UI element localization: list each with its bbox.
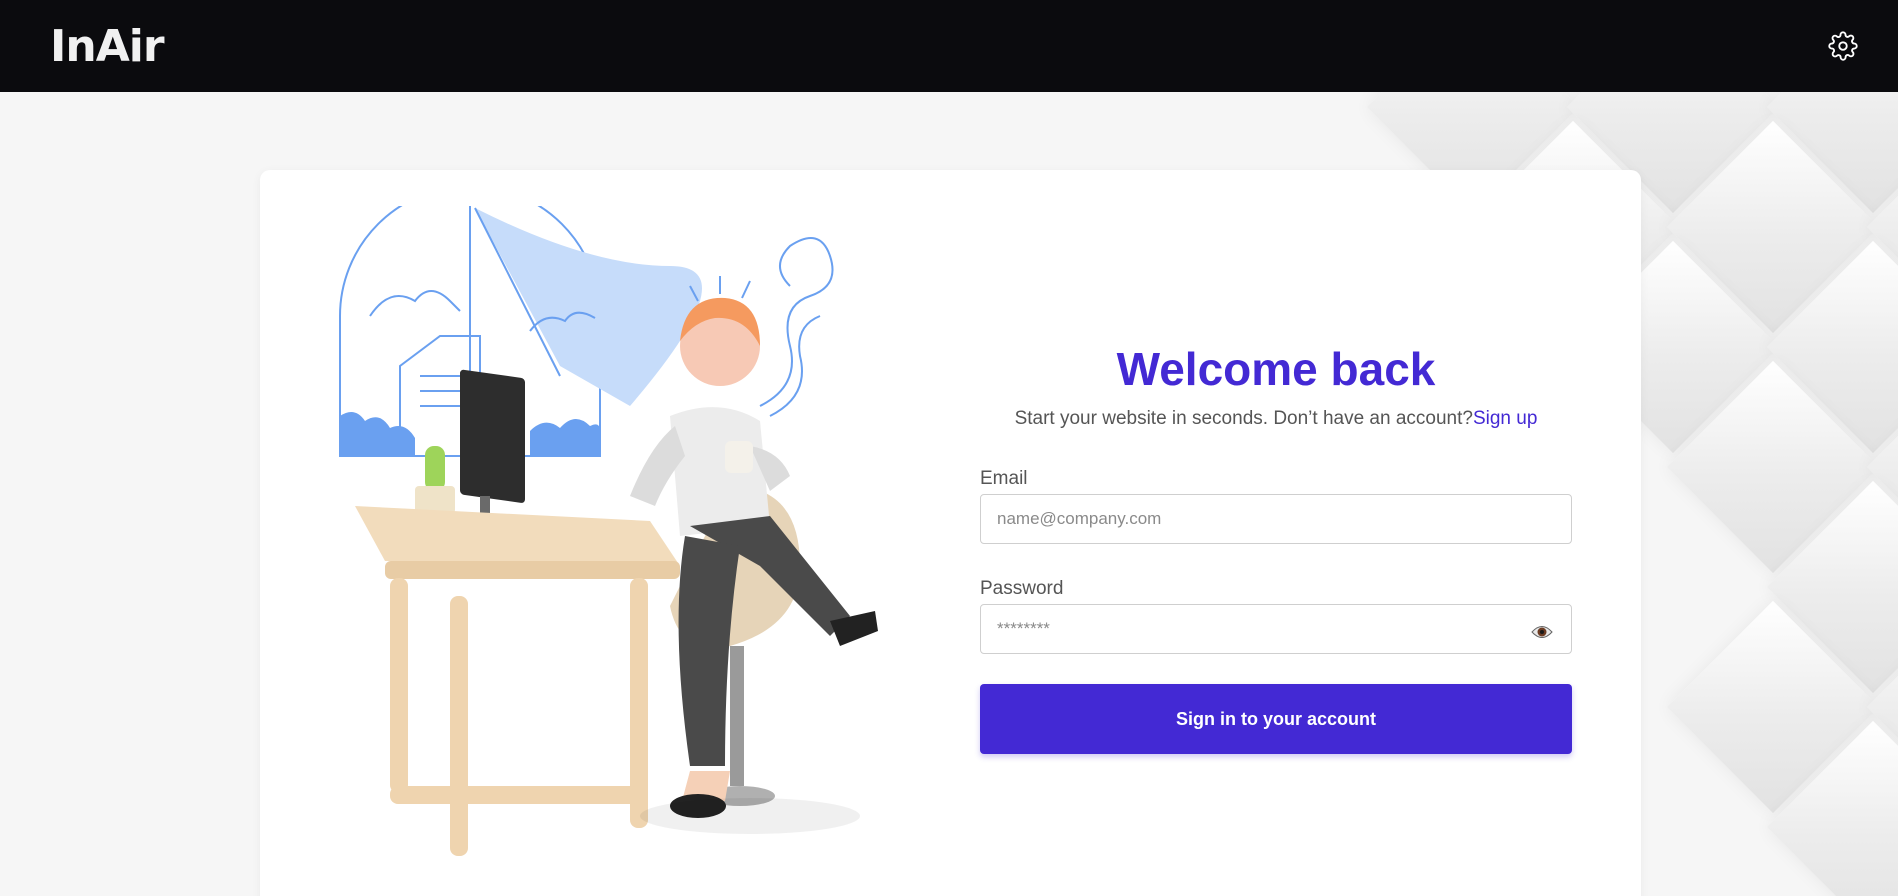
- subtitle-text: Start your website in seconds. Don’t hav…: [1014, 408, 1473, 429]
- email-label: Email: [980, 468, 1028, 489]
- email-field[interactable]: [980, 494, 1572, 544]
- office-illustration: [339, 206, 878, 856]
- password-label: Password: [980, 578, 1064, 599]
- subtitle: Start your website in seconds. Don’t hav…: [980, 408, 1572, 430]
- settings-button[interactable]: [1826, 29, 1860, 63]
- page-title: Welcome back: [1116, 343, 1436, 395]
- top-navbar: InAir: [0, 0, 1898, 92]
- eye-icon: [1531, 626, 1553, 638]
- login-form: Welcome back Start your website in secon…: [980, 170, 1572, 896]
- signup-link[interactable]: Sign up: [1473, 408, 1537, 429]
- app-logo[interactable]: InAir: [50, 21, 165, 72]
- show-password-button[interactable]: [1530, 620, 1554, 644]
- password-field[interactable]: [980, 604, 1572, 654]
- gear-icon: [1828, 31, 1858, 61]
- sign-in-button[interactable]: Sign in to your account: [980, 684, 1572, 754]
- login-card: Welcome back Start your website in secon…: [260, 170, 1641, 896]
